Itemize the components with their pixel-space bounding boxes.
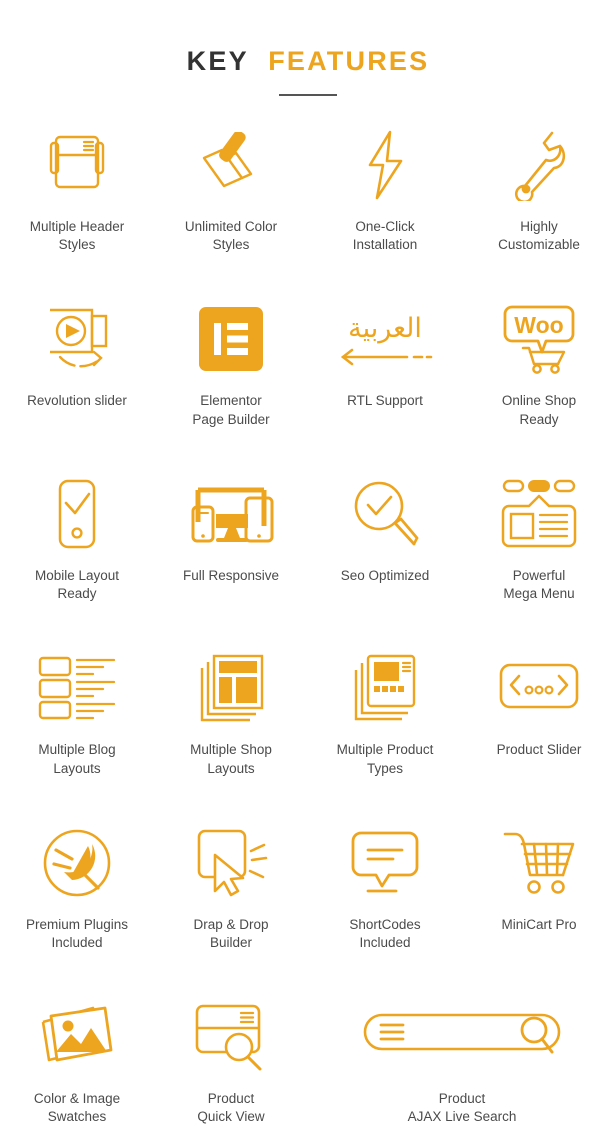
feature-label: Product Slider: [496, 742, 582, 758]
feature-item-shortcodes-included[interactable]: ShortCodes Included: [308, 820, 462, 952]
title-divider: [279, 94, 337, 96]
row-spacer: [0, 611, 616, 645]
svg-text:العربية: العربية: [348, 313, 422, 344]
responsive-devices-icon: [188, 471, 274, 557]
feature-label: Unlimited Color Styles: [184, 219, 278, 253]
feature-item-drag-drop-builder[interactable]: Drap & Drop Builder: [154, 820, 308, 952]
photo-stack-icon: [37, 994, 117, 1080]
shop-pages-icon: [194, 645, 268, 731]
feature-label: Multiple Header Styles: [29, 219, 125, 253]
feature-item-product-ajax-live-search[interactable]: Product AJAX Live Search: [308, 994, 616, 1126]
feature-item-powerful-mega-menu[interactable]: Powerful Mega Menu: [462, 471, 616, 603]
page-title-key: KEY: [186, 46, 249, 76]
row-spacer: [0, 960, 616, 994]
magnifier-check-icon: [349, 471, 421, 557]
feature-item-multiple-blog-layouts[interactable]: Multiple Blog Layouts: [0, 645, 154, 777]
mobile-check-icon: [54, 471, 100, 557]
feature-item-elementor-page-builder[interactable]: Elementor Page Builder: [154, 296, 308, 428]
feature-label: Highly Customizable: [498, 219, 580, 253]
feature-item-full-responsive[interactable]: Full Responsive: [154, 471, 308, 603]
rtl-arabic-arrow-icon: العربية: [337, 296, 433, 382]
speech-bubble-icon: [351, 820, 419, 906]
feature-label: ShortCodes Included: [349, 916, 421, 950]
feature-label: Powerful Mega Menu: [503, 567, 575, 602]
feature-label: Elementor Page Builder: [192, 393, 270, 427]
feature-item-multiple-header-styles[interactable]: Multiple Header Styles: [0, 122, 154, 254]
woocommerce-logo-icon: Woo: [502, 296, 576, 382]
feature-label: Premium Plugins Included: [25, 916, 129, 950]
drag-cursor-icon: [193, 820, 269, 906]
slider-arrows-icon: [499, 645, 579, 731]
header-layout-icon: [39, 122, 115, 208]
feature-item-rtl-support[interactable]: العربية RTL Support: [308, 296, 462, 428]
row-spacer: [0, 786, 616, 820]
feature-label: Multiple Product Types: [336, 742, 434, 776]
page-title-features: FEATURES: [268, 46, 430, 76]
feature-item-unlimited-color-styles[interactable]: Unlimited Color Styles: [154, 122, 308, 254]
feature-item-multiple-product-types[interactable]: Multiple Product Types: [308, 645, 462, 777]
features-grid: Multiple Header Styles Unlimited Color S…: [0, 122, 616, 1135]
feature-label: Multiple Shop Layouts: [190, 742, 272, 776]
lightning-bolt-icon: [360, 122, 410, 208]
feature-label: Product Quick View: [197, 1091, 265, 1125]
mega-menu-icon: [501, 471, 577, 557]
feature-item-one-click-installation[interactable]: One-Click Installation: [308, 122, 462, 254]
feature-item-color-image-swatches[interactable]: Color & Image Swatches: [0, 994, 154, 1126]
search-bar-icon: [362, 994, 562, 1080]
feature-label: Product AJAX Live Search: [407, 1091, 517, 1125]
feature-item-mobile-layout-ready[interactable]: Mobile Layout Ready: [0, 471, 154, 603]
paint-roller-icon: [196, 122, 266, 208]
feature-label: Drap & Drop Builder: [193, 916, 269, 950]
shopping-cart-icon: [501, 820, 577, 906]
feature-label: Full Responsive: [182, 567, 280, 583]
feature-item-multiple-shop-layouts[interactable]: Multiple Shop Layouts: [154, 645, 308, 777]
row-spacer: [0, 437, 616, 471]
feature-item-minicart-pro[interactable]: MiniCart Pro: [462, 820, 616, 952]
key-features-page: KEY FEATURES Multiple Header Styles Unli…: [0, 0, 616, 1124]
feature-label: Color & Image Swatches: [33, 1091, 121, 1125]
feature-item-premium-plugins[interactable]: Premium Plugins Included: [0, 820, 154, 952]
feature-label: Online Shop Ready: [501, 393, 577, 427]
quick-view-card-icon: [195, 994, 267, 1080]
feature-item-highly-customizable[interactable]: Highly Customizable: [462, 122, 616, 254]
feature-label: Mobile Layout Ready: [34, 567, 120, 602]
page-header: KEY FEATURES: [0, 0, 616, 96]
feature-item-product-slider[interactable]: Product Slider: [462, 645, 616, 777]
feature-label: Seo Optimized: [340, 567, 430, 583]
feature-item-product-quick-view[interactable]: Product Quick View: [154, 994, 308, 1126]
feature-label: RTL Support: [347, 393, 423, 409]
page-title: KEY FEATURES: [0, 46, 616, 77]
feature-label: Revolution slider: [27, 393, 127, 409]
svg-text:Woo: Woo: [514, 312, 563, 338]
feature-item-revolution-slider[interactable]: Revolution slider: [0, 296, 154, 428]
feature-label: One-Click Installation: [352, 219, 418, 253]
feature-item-seo-optimized[interactable]: Seo Optimized: [308, 471, 462, 603]
wrench-icon: [509, 122, 569, 208]
product-cards-icon: [348, 645, 422, 731]
plug-circle-icon: [42, 820, 112, 906]
row-spacer: [0, 262, 616, 296]
blog-list-icon: [37, 645, 117, 731]
feature-label: MiniCart Pro: [501, 916, 577, 932]
video-slider-icon: [38, 296, 116, 382]
elementor-logo-icon: [199, 296, 263, 382]
feature-item-online-shop-ready[interactable]: Woo Online Shop Ready: [462, 296, 616, 428]
feature-label: Multiple Blog Layouts: [38, 742, 116, 776]
